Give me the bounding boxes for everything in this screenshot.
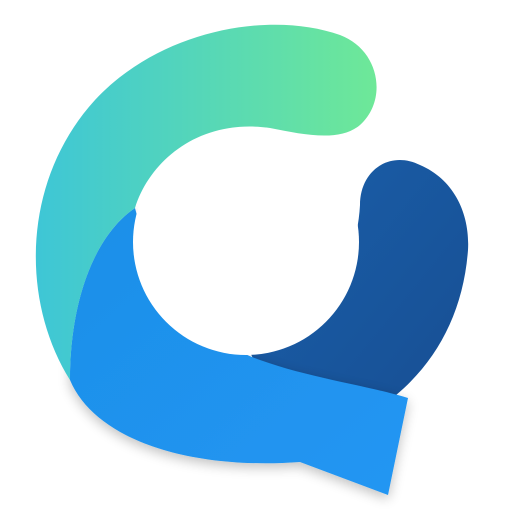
speech-bubble-logo-icon	[35, 24, 469, 495]
app-logo-canvas	[0, 0, 512, 512]
